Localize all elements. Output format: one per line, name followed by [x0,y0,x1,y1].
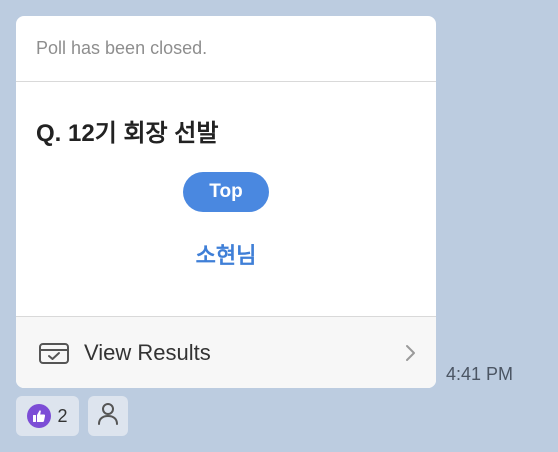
member-button[interactable] [88,396,128,436]
like-count: 2 [57,405,68,426]
poll-status-text: Poll has been closed. [16,16,436,82]
person-icon [97,402,119,431]
view-results-label: View Results [84,339,211,365]
like-reaction-button[interactable]: 2 [16,396,79,436]
chevron-right-icon [404,343,416,363]
inbox-check-icon [38,341,70,365]
poll-question: Q. 12기 회장 선발 [36,120,219,147]
top-badge: Top [183,172,269,212]
message-timestamp: 4:41 PM [446,364,514,384]
poll-card: Poll has been closed. Q. 12기 회장 선발 Top 소… [16,16,436,388]
poll-winner: 소현님 [195,243,257,268]
thumbs-up-icon [27,404,52,428]
view-results-button[interactable]: View Results [16,316,436,388]
